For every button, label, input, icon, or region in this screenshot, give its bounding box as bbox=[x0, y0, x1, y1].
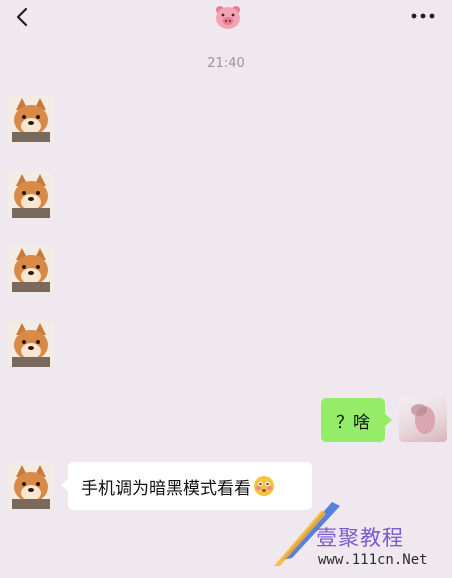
received-message-text: 手机调为暗黑模式看看 bbox=[81, 478, 251, 499]
back-chevron-icon[interactable] bbox=[12, 6, 34, 28]
shiba-dog-icon bbox=[8, 172, 54, 218]
contact-avatar[interactable] bbox=[8, 96, 54, 142]
sent-message-bubble[interactable]: ？啥 bbox=[321, 398, 392, 442]
pig-face-icon bbox=[216, 6, 240, 29]
flushed-face-emoji-icon bbox=[254, 476, 274, 496]
chat-header bbox=[0, 0, 452, 36]
contact-avatar[interactable] bbox=[8, 321, 54, 367]
contact-avatar[interactable] bbox=[8, 172, 54, 218]
more-options-icon[interactable] bbox=[410, 12, 436, 20]
message-timestamp: 21:40 bbox=[207, 56, 245, 71]
self-avatar[interactable] bbox=[399, 396, 447, 442]
watermark-brand: 壹聚教程 bbox=[316, 526, 404, 550]
contact-avatar[interactable] bbox=[8, 246, 54, 292]
shiba-dog-icon bbox=[8, 463, 54, 509]
contact-avatar[interactable] bbox=[8, 463, 54, 509]
shiba-dog-icon bbox=[8, 321, 54, 367]
self-avatar-image bbox=[411, 404, 435, 434]
sent-message-text: ？啥 bbox=[336, 412, 370, 433]
shiba-dog-icon bbox=[8, 96, 54, 142]
shiba-dog-icon bbox=[8, 246, 54, 292]
watermark-url: www.111cn.Net bbox=[318, 552, 428, 568]
